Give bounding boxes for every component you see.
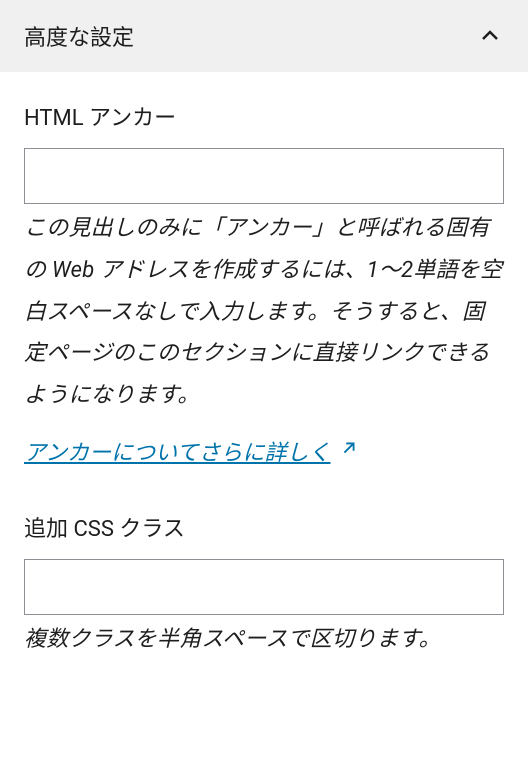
additional-css-class-help-text: 複数クラスを半角スペースで区切ります。 [24, 619, 504, 661]
additional-css-class-label: 追加 CSS クラス [24, 511, 504, 543]
html-anchor-input[interactable] [24, 148, 504, 204]
additional-css-class-field-group: 追加 CSS クラス 複数クラスを半角スペースで区切ります。 [24, 511, 504, 661]
advanced-settings-panel-header[interactable]: 高度な設定 [0, 0, 528, 72]
additional-css-class-input[interactable] [24, 559, 504, 615]
panel-title: 高度な設定 [24, 20, 134, 52]
chevron-up-icon [476, 22, 504, 50]
html-anchor-field-group: HTML アンカー この見出しのみに「アンカー」と呼ばれる固有の Web アドレ… [24, 100, 504, 467]
anchor-learn-more-link-text: アンカーについてさらに詳しく [24, 435, 330, 467]
panel-body: HTML アンカー この見出しのみに「アンカー」と呼ばれる固有の Web アドレ… [0, 72, 528, 685]
html-anchor-help-text: この見出しのみに「アンカー」と呼ばれる固有の Web アドレスを作成するには、1… [24, 208, 504, 417]
anchor-learn-more-link[interactable]: アンカーについてさらに詳しく [24, 435, 360, 467]
external-link-icon [338, 437, 360, 465]
html-anchor-label: HTML アンカー [24, 100, 504, 132]
